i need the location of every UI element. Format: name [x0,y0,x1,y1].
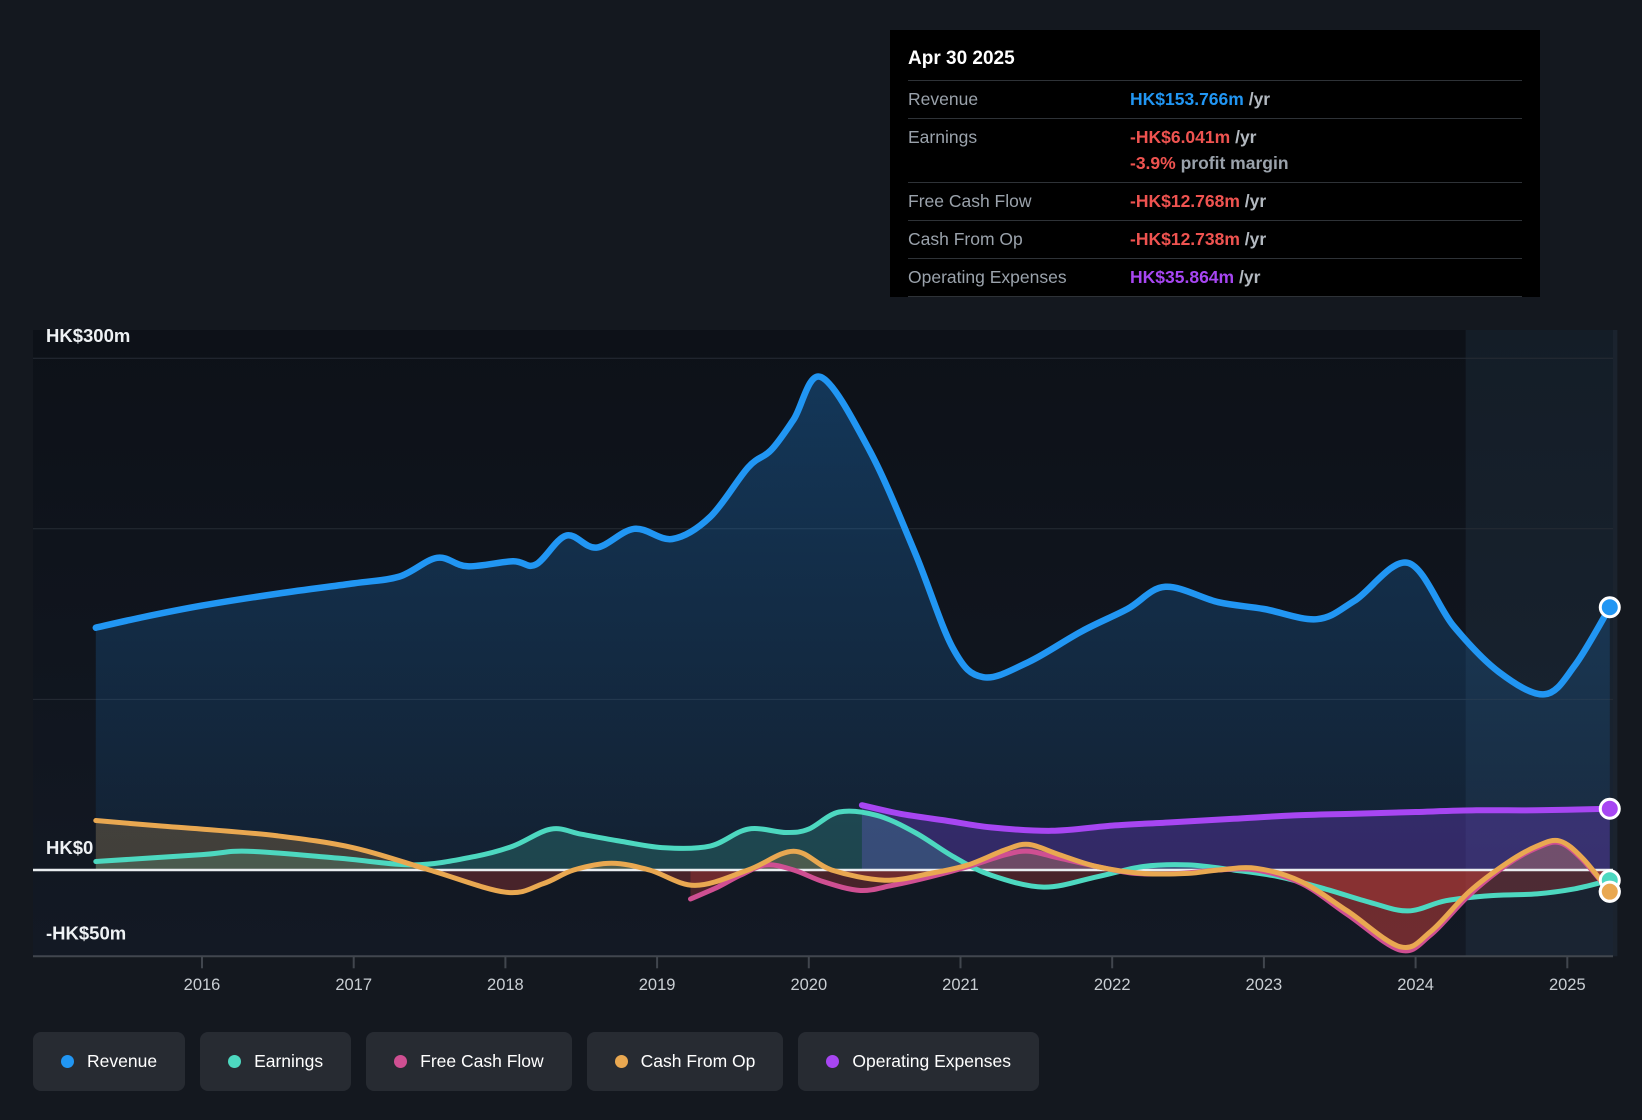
chart-tooltip: Apr 30 2025 Revenue HK$153.766m /yr Earn… [890,30,1540,297]
x-axis-label: 2020 [790,976,827,994]
legend-label: Earnings [254,1051,324,1071]
x-axis-label: 2022 [1094,976,1131,994]
tooltip-value-group: -HK$6.041m /yr -3.9% profit margin [1130,125,1522,175]
operating-expenses-dot-icon [826,1055,840,1068]
free-cash-flow-dot-icon [394,1055,408,1068]
chart-legend: Revenue Earnings Free Cash Flow Cash Fro… [33,1032,1039,1091]
legend-label: Revenue [87,1051,158,1071]
y-axis-label: HK$300m [46,325,130,346]
operating-expenses-endpoint-marker [1598,797,1621,820]
legend-item-operating-expenses[interactable]: Operating Expenses [798,1032,1039,1091]
tooltip-row-free-cash-flow: Free Cash Flow -HK$12.768m /yr [908,182,1522,220]
legend-label: Operating Expenses [852,1051,1011,1071]
x-axis-label: 2023 [1246,976,1283,994]
tooltip-value: -HK$12.738m /yr [1130,229,1267,249]
legend-item-cash-from-op[interactable]: Cash From Op [586,1032,784,1091]
tooltip-value: -HK$6.041m /yr [1130,127,1257,147]
x-axis-label: 2025 [1549,976,1586,994]
tooltip-label: Cash From Op [908,229,1023,249]
tooltip-row-cash-from-op: Cash From Op -HK$12.738m /yr [908,220,1522,258]
tooltip-row-revenue: Revenue HK$153.766m /yr [908,80,1522,118]
tooltip-label: Operating Expenses [908,267,1067,287]
financial-history-chart-page: HK$300m HK$0 -HK$50m 2016 2017 2018 2019 2020 20… [0,0,1642,1120]
y-axis-label: -HK$50m [46,922,126,943]
legend-item-earnings[interactable]: Earnings [200,1032,352,1091]
tooltip-label: Revenue [908,89,979,109]
legend-label: Free Cash Flow [420,1051,544,1071]
legend-label: Cash From Op [640,1051,756,1071]
tooltip-value: HK$35.864m /yr [1130,267,1261,287]
x-axis-label: 2019 [639,976,676,994]
tooltip-body: Revenue HK$153.766m /yr Earnings -HK$6.0… [908,80,1522,297]
revenue-endpoint-marker [1598,596,1621,619]
tooltip-value: HK$153.766m /yr [1130,89,1271,109]
legend-item-free-cash-flow[interactable]: Free Cash Flow [366,1032,572,1091]
revenue-dot-icon [61,1055,74,1068]
cash-from-op-endpoint-marker [1598,880,1621,903]
tooltip-profit-margin: -3.9% profit margin [1130,153,1289,173]
tooltip-label: Earnings [908,127,978,147]
tooltip-row-operating-expenses: Operating Expenses HK$35.864m /yr [908,258,1522,296]
legend-item-revenue[interactable]: Revenue [33,1032,186,1091]
x-axis-label: 2016 [184,976,221,994]
x-axis-label: 2018 [487,976,524,994]
tooltip-date: Apr 30 2025 [908,48,1015,69]
tooltip-row-earnings: Earnings -HK$6.041m /yr -3.9% profit mar… [908,118,1522,182]
x-axis-label: 2017 [335,976,372,994]
tooltip-value: -HK$12.768m /yr [1130,191,1267,211]
y-axis-label: HK$0 [46,837,93,858]
x-axis-label: 2021 [942,976,979,994]
tooltip-label: Free Cash Flow [908,191,1032,211]
x-axis-label: 2024 [1397,976,1434,994]
cash-from-op-dot-icon [614,1055,628,1068]
earnings-dot-icon [228,1055,242,1068]
